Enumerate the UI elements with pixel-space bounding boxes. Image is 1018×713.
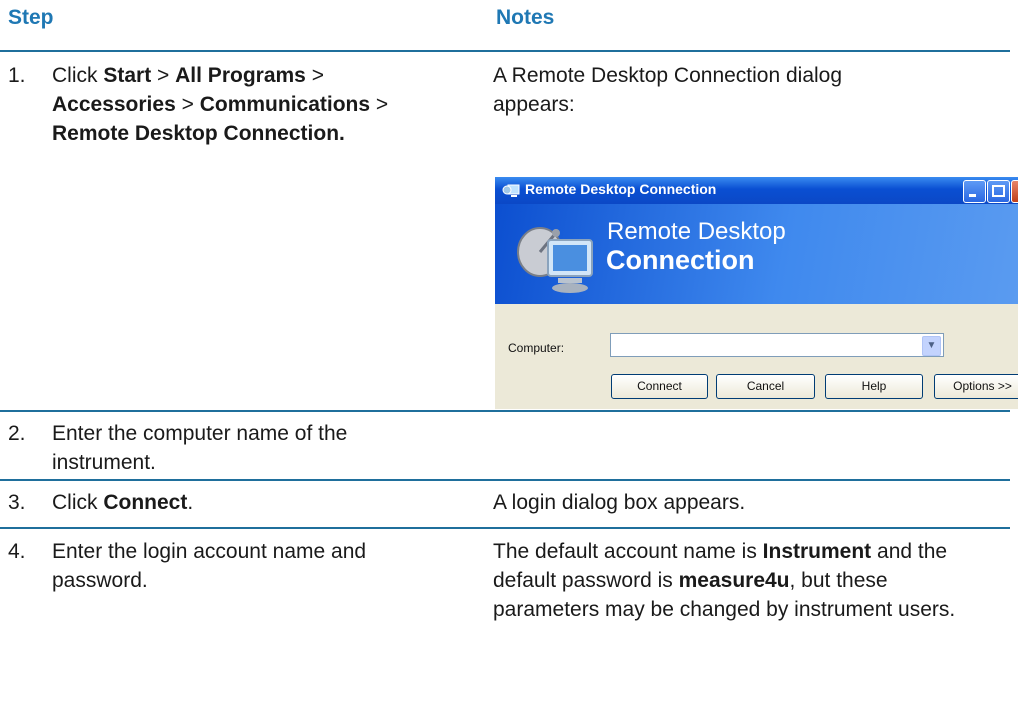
column-header-step: Step xyxy=(8,6,54,29)
row-divider xyxy=(0,479,1010,481)
step-text: Enter the computer name of the instrumen… xyxy=(52,422,348,474)
dialog-title-bar: Remote Desktop Connection xyxy=(495,177,1018,204)
computer-label: Computer: xyxy=(508,341,565,355)
step-text: Enter the login account name and passwor… xyxy=(52,540,367,592)
step-number: 3. xyxy=(8,491,26,514)
dialog-title: Remote Desktop Connection xyxy=(525,181,717,197)
minimize-button[interactable] xyxy=(963,180,986,203)
remote-desktop-dialog-screenshot: Remote Desktop Connection Remote Desktop… xyxy=(495,177,1018,409)
header-divider xyxy=(0,50,1010,52)
step-number: 1. xyxy=(8,64,26,87)
close-button[interactable] xyxy=(1011,180,1018,203)
maximize-button[interactable] xyxy=(987,180,1010,203)
step-text: Click Start > All Programs > Accessories… xyxy=(52,64,389,145)
banner-title-line2: Connection xyxy=(606,245,755,275)
computer-satellite-icon xyxy=(517,227,593,293)
connect-button[interactable]: Connect xyxy=(611,374,708,399)
row-divider xyxy=(0,410,1010,412)
chevron-down-icon[interactable]: ▼ xyxy=(922,336,941,356)
step-number: 4. xyxy=(8,540,26,563)
computer-combobox[interactable]: ▼ xyxy=(610,333,944,357)
note-text: A login dialog box appears. xyxy=(493,491,746,514)
step-text: Click Connect. xyxy=(52,491,194,514)
row-divider xyxy=(0,527,1010,529)
step-number: 2. xyxy=(8,422,26,445)
banner-title-line1: Remote Desktop xyxy=(607,218,786,245)
options-button[interactable]: Options >> xyxy=(934,374,1018,399)
note-text: A Remote Desktop Connection dialog appea… xyxy=(493,64,843,116)
note-text: The default account name is Instrument a… xyxy=(493,540,956,621)
help-button[interactable]: Help xyxy=(825,374,923,399)
dialog-banner: Remote Desktop Connection xyxy=(495,204,1018,304)
remote-desktop-icon xyxy=(502,184,520,197)
cancel-button[interactable]: Cancel xyxy=(716,374,815,399)
column-header-notes: Notes xyxy=(496,6,555,29)
